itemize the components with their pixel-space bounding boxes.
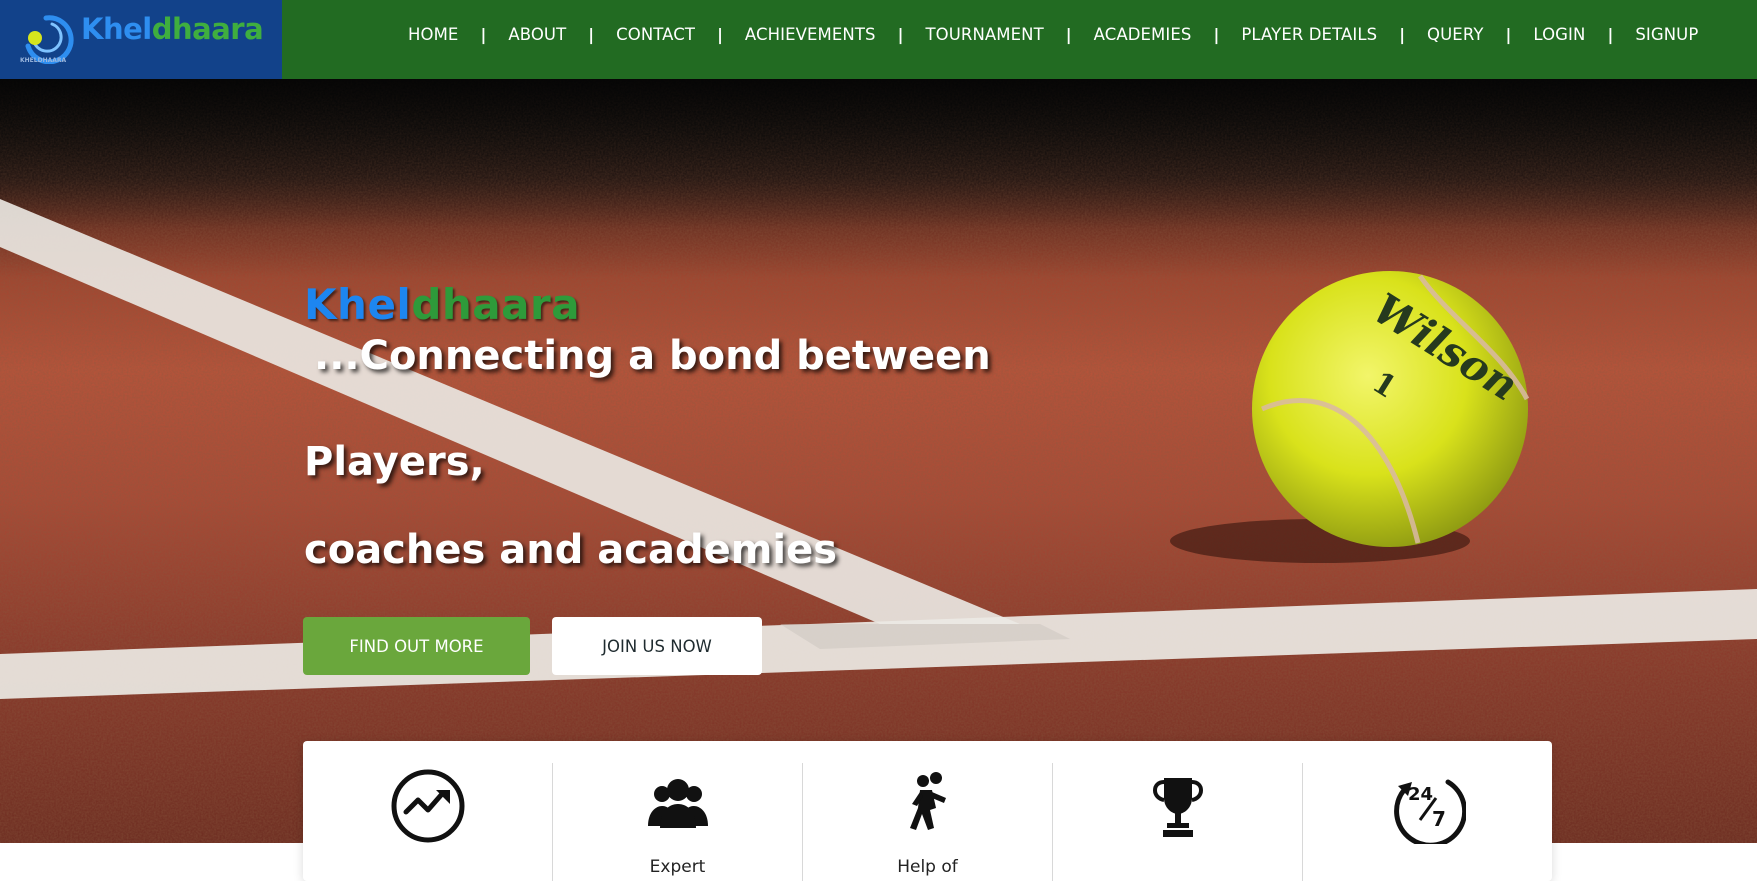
svg-text:7: 7: [1432, 807, 1446, 831]
feature-item: [303, 763, 553, 881]
brand-logo-text: KHELDHAARA: [20, 57, 67, 64]
trophy-icon: [1152, 778, 1203, 837]
hero-title-part1: Khel: [304, 280, 412, 329]
nav-separator: |: [1505, 25, 1512, 44]
feature-item: Expert: [553, 763, 803, 881]
nav-contact[interactable]: CONTACT: [616, 25, 695, 44]
24-7-icon: 24 7: [1393, 779, 1466, 844]
nav-separator: |: [480, 25, 487, 44]
nav-player-details[interactable]: PLAYER DETAILS: [1241, 25, 1377, 44]
hero-tagline: ...Connecting a bond between: [314, 333, 991, 379]
features-card: Expert Help of 24 7: [303, 741, 1552, 881]
tennis-court-background: Wilson 1: [0, 79, 1757, 843]
nav-separator: |: [1213, 25, 1220, 44]
nav-tournament[interactable]: TOURNAMENT: [925, 25, 1043, 44]
hero-line-coaches: coaches and academies: [304, 527, 838, 573]
brand-name-part2: dhaara: [151, 12, 264, 46]
nav-separator: |: [1607, 25, 1614, 44]
nav-login[interactable]: LOGIN: [1533, 25, 1585, 44]
nav-separator: |: [588, 25, 595, 44]
nav-separator: |: [897, 25, 904, 44]
find-out-more-button[interactable]: FIND OUT MORE: [303, 617, 530, 675]
join-us-now-button[interactable]: JOIN US NOW: [552, 617, 762, 675]
brand-name-part1: Khel: [81, 12, 152, 46]
nav-academies[interactable]: ACADEMIES: [1094, 25, 1192, 44]
brand-logo-icon: KHELDHAARA: [20, 15, 74, 64]
svg-text:24: 24: [1408, 784, 1433, 805]
feature-label: Expert: [649, 857, 706, 877]
nav-about[interactable]: ABOUT: [508, 25, 566, 44]
nav-separator: |: [1399, 25, 1406, 44]
nav-query[interactable]: QUERY: [1427, 25, 1483, 44]
feature-item: 24 7: [1303, 763, 1552, 881]
brand-name: Kheldhaara: [81, 12, 264, 46]
navbar: KHELDHAARA Kheldhaara HOME | ABOUT | CON…: [0, 0, 1757, 79]
player-running-icon: [909, 772, 946, 830]
feature-item: Help of: [803, 763, 1053, 881]
users-group-icon: [647, 779, 708, 828]
nav-achievements[interactable]: ACHIEVEMENTS: [745, 25, 876, 44]
hero-title-part2: dhaara: [411, 280, 581, 329]
nav-menu: HOME | ABOUT | CONTACT | ACHIEVEMENTS | …: [408, 0, 1698, 69]
hero-title: Kheldhaara: [304, 280, 580, 329]
brand[interactable]: KHELDHAARA Kheldhaara: [0, 0, 282, 79]
feature-label: Help of: [897, 857, 958, 877]
nav-signup[interactable]: SIGNUP: [1635, 25, 1698, 44]
feature-item: [1053, 763, 1303, 881]
nav-separator: |: [1065, 25, 1072, 44]
nav-home[interactable]: HOME: [408, 25, 458, 44]
hero-line-players: Players,: [304, 439, 485, 485]
growth-chart-icon: [391, 769, 464, 843]
nav-separator: |: [717, 25, 723, 44]
hero-banner: Wilson 1 Kheldhaara ...Connecting a bond…: [0, 79, 1757, 843]
